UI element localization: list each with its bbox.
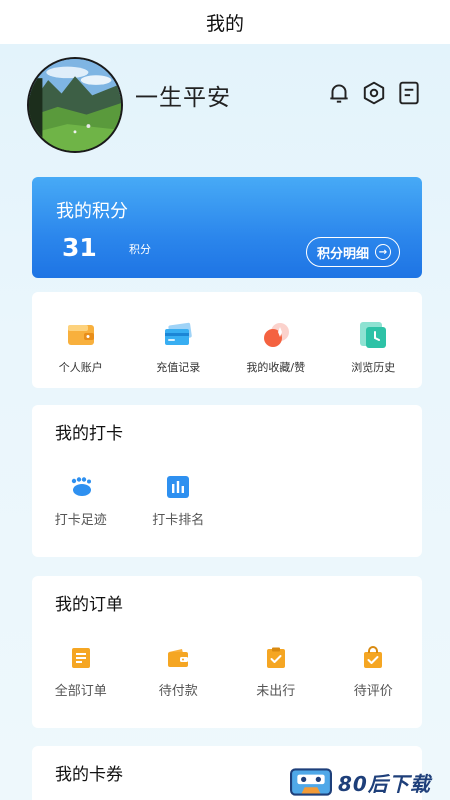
checkin-ranking[interactable]: 打卡排名 [130,475,228,528]
card-icon [165,322,192,345]
order-list-icon [71,648,90,668]
order-label: 待评价 [353,684,393,699]
shortcut-personal-account[interactable]: 个人账户 [32,320,130,375]
settings-icon[interactable] [361,80,387,106]
history-icon [360,322,387,348]
avatar-image [29,59,121,151]
orders-title: 我的订单 [55,595,123,615]
points-title: 我的积分 [56,201,128,222]
clipboard-check-icon [266,647,285,668]
checkin-label: 打卡排名 [152,513,205,528]
cassette-logo-icon [290,768,332,796]
shortcut-label: 浏览历史 [351,361,396,374]
points-detail-label: 积分明细 [316,246,369,262]
order-label: 全部订单 [54,684,107,699]
shortcuts-card: 个人账户 充值记录 我的收藏/赞 浏览历史 [32,292,422,388]
points-value: 31 [62,233,97,262]
username: 一生平安 [135,85,231,111]
watermark: 80后下载 [290,764,450,800]
watermark-text: 80后下载 [338,771,431,796]
shortcut-label: 个人账户 [58,361,103,374]
order-label: 未出行 [256,684,296,699]
shortcut-label: 充值记录 [156,361,201,374]
arrow-right-icon: → [375,244,391,260]
shortcut-label: 我的收藏/赞 [246,361,306,374]
favorite-icon [263,323,289,347]
checkin-card: 我的打卡 打卡足迹 打卡排名 [32,405,422,557]
wallet-icon [67,325,94,345]
bag-check-icon [364,646,383,668]
shortcut-favorites[interactable]: 我的收藏/赞 [227,320,325,375]
page-title: 我的 [205,12,244,35]
wallet-icon [168,649,189,667]
points-card[interactable]: 我的积分 31 积分 积分明细 → [32,177,422,278]
coupons-title: 我的卡券 [55,765,123,785]
footprint-icon [71,477,91,496]
bell-icon[interactable] [326,80,352,106]
shortcut-recharge-records[interactable]: 充值记录 [130,320,228,375]
order-pending-review[interactable]: 待评价 [325,646,423,699]
ranking-icon [167,476,190,498]
points-unit: 积分 [129,243,151,256]
profile-header: 一生平安 [0,44,450,164]
points-detail-button[interactable]: 积分明细 → [305,237,400,267]
checkin-title: 我的打卡 [55,424,123,444]
order-pending-payment[interactable]: 待付款 [130,646,228,699]
checkin-footprint[interactable]: 打卡足迹 [32,475,130,528]
notes-icon[interactable] [396,80,422,106]
avatar[interactable] [27,57,123,153]
orders-card: 我的订单 全部订单 待付款 未出行 待评价 [32,576,422,728]
order-not-traveled[interactable]: 未出行 [227,646,325,699]
top-bar: 我的 [0,0,450,44]
order-label: 待付款 [158,684,198,699]
checkin-label: 打卡足迹 [54,513,107,528]
shortcut-history[interactable]: 浏览历史 [325,320,423,375]
order-all[interactable]: 全部订单 [32,646,130,699]
